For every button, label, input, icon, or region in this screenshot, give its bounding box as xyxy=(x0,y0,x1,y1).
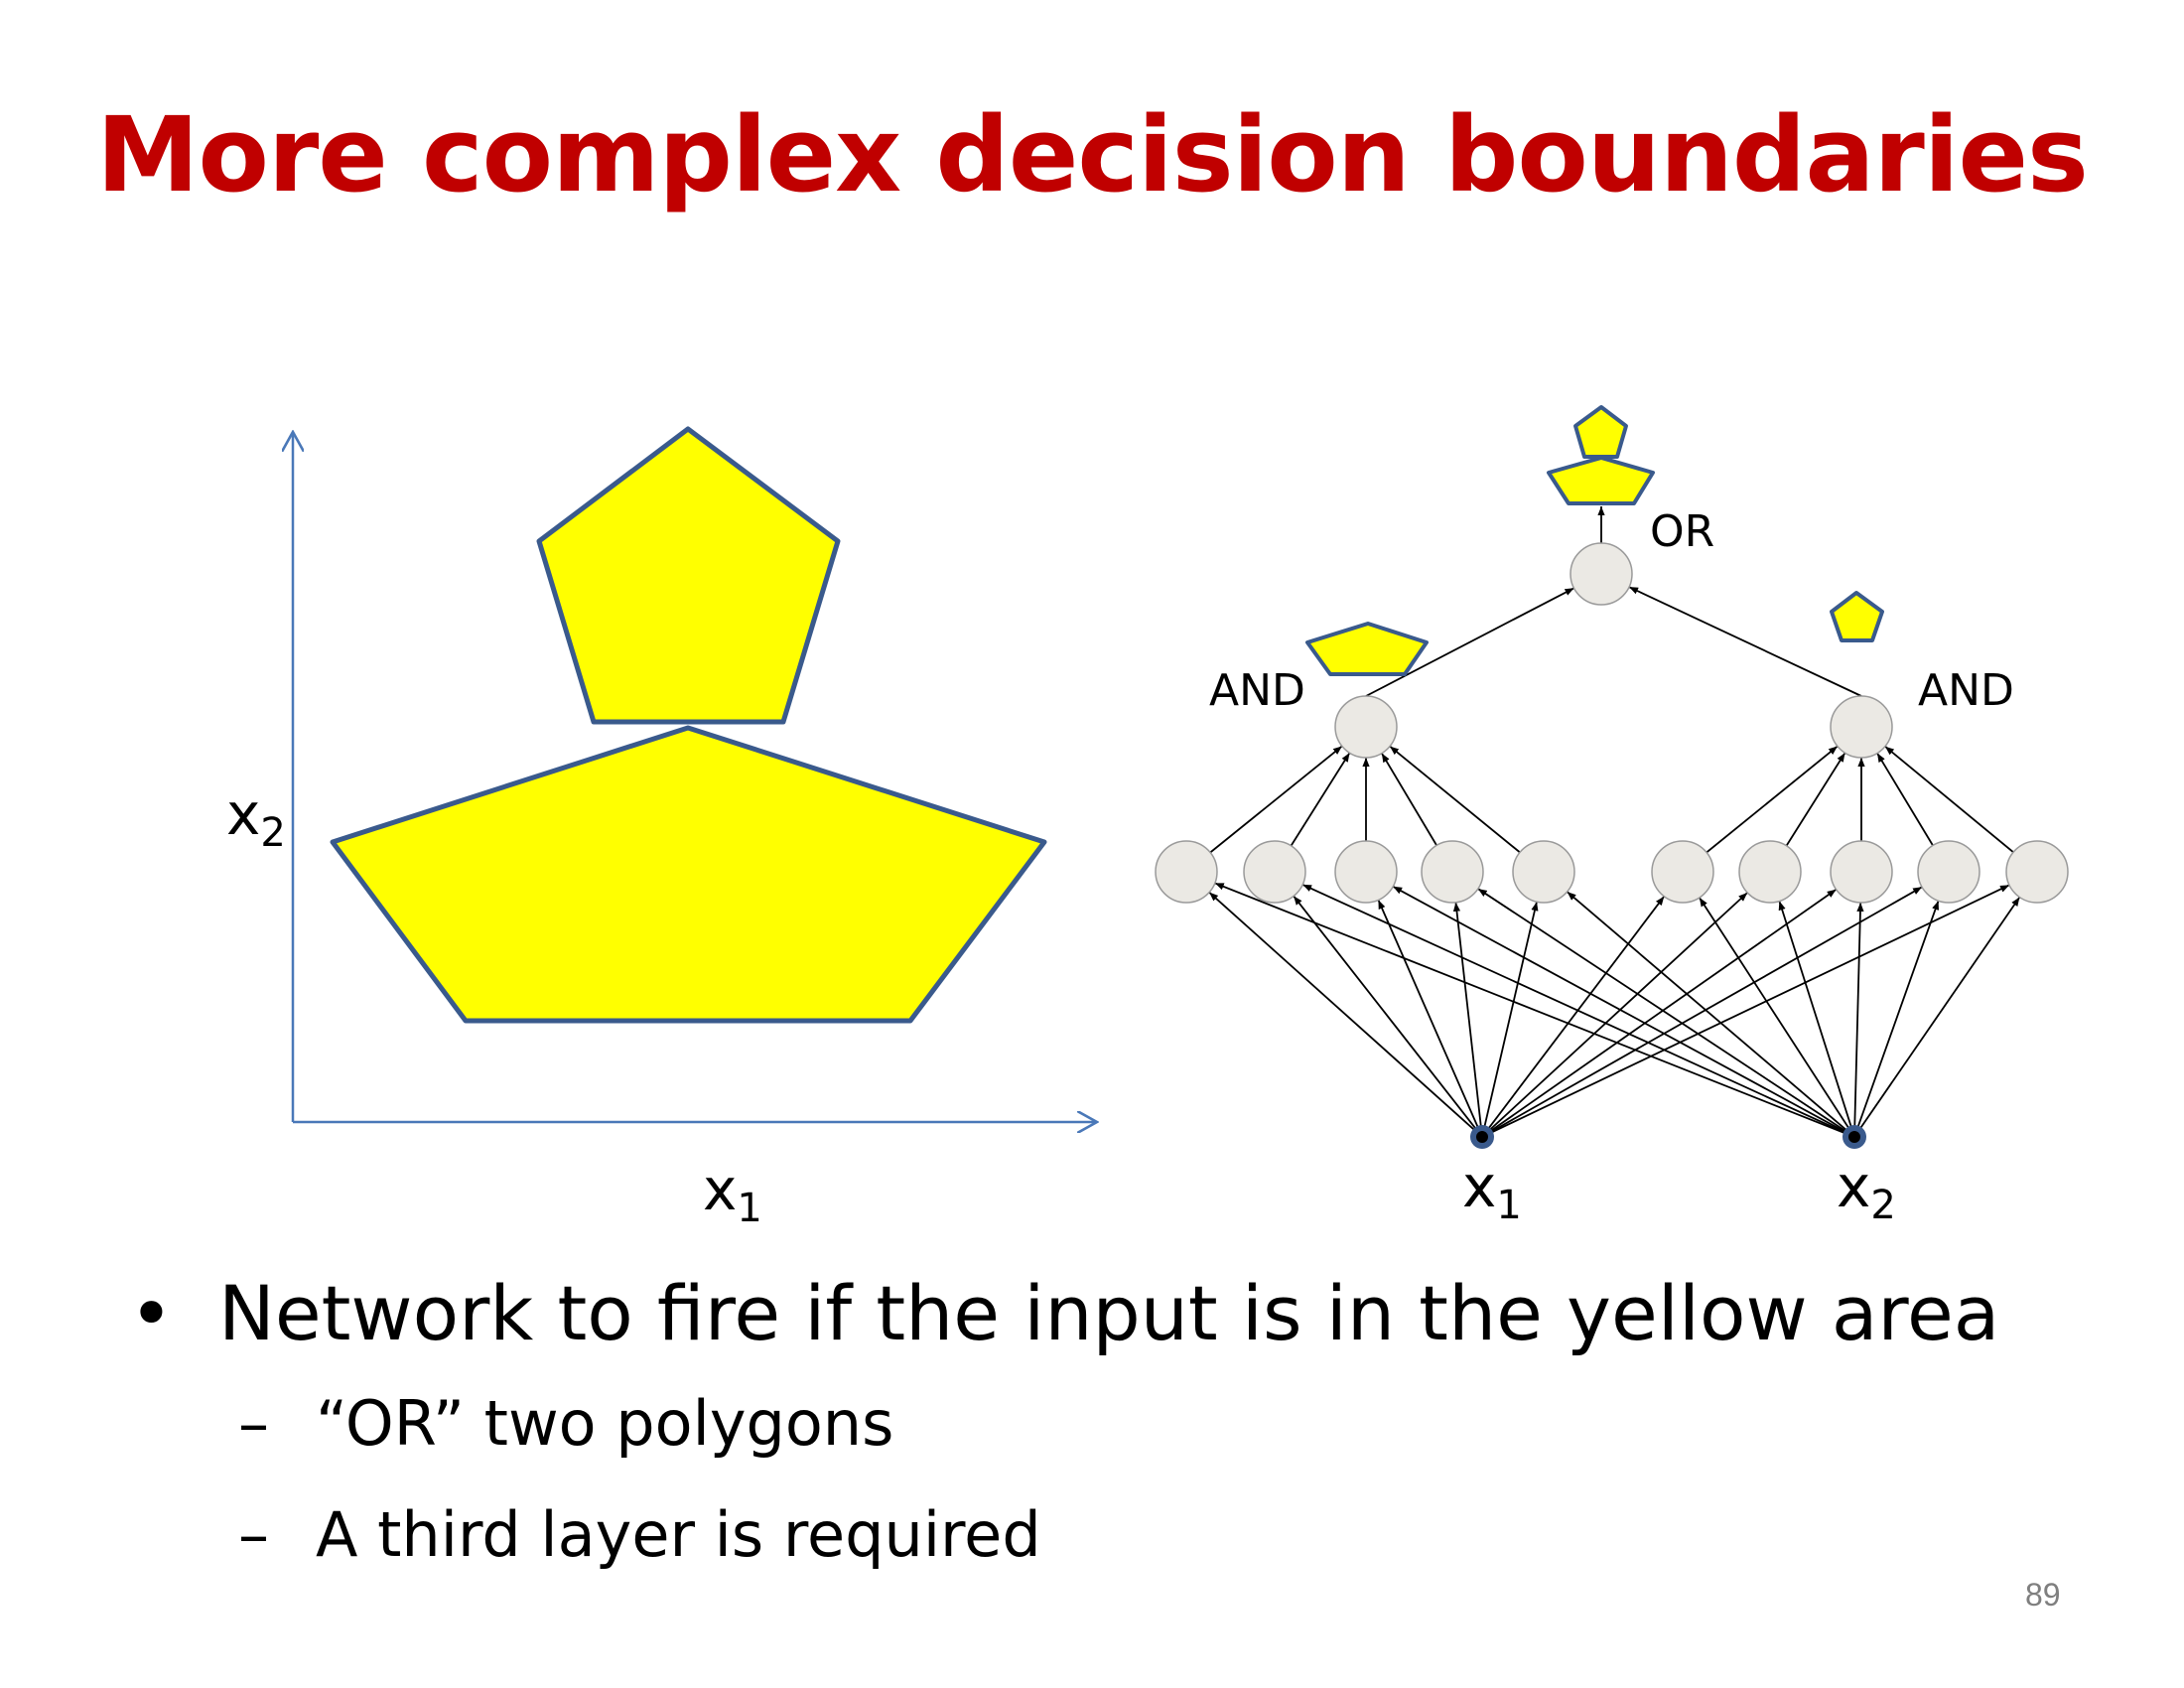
input2-edge xyxy=(1214,882,1855,1138)
input1-edge xyxy=(1208,892,1483,1138)
hidden-neuron xyxy=(1243,840,1306,904)
hidden-neuron xyxy=(1830,840,1893,904)
hidden-neuron xyxy=(2005,840,2069,904)
y-axis-label: x2 xyxy=(226,780,286,856)
input1-edge xyxy=(1481,892,1748,1138)
and-left-label: AND xyxy=(1209,665,1305,716)
hidden-neuron xyxy=(1512,840,1575,904)
input2-edge xyxy=(1853,902,1864,1138)
network-nodes xyxy=(1155,542,2069,1149)
network-diagram: OR AND AND x1 x2 xyxy=(1155,405,2069,1228)
hidden-neuron xyxy=(1421,840,1484,904)
input1-node xyxy=(1470,1125,1494,1149)
decision-plot: x2 x1 xyxy=(226,426,1097,1231)
input2-edge xyxy=(1853,900,1940,1138)
hidden-neuron xyxy=(1917,840,1980,904)
and-right-label: AND xyxy=(1918,665,2014,716)
or-label: OR xyxy=(1650,506,1714,557)
or-neuron xyxy=(1570,542,1633,606)
and-right-to-or-edge xyxy=(1628,586,1862,697)
sub-bullet-dash: – xyxy=(238,1498,269,1571)
bullet-sub-1: – “OR” two polygons xyxy=(238,1393,1999,1455)
bullet-sub-2-text: A third layer is required xyxy=(316,1498,1041,1571)
input1-label: x1 xyxy=(1462,1153,1522,1228)
upper-pentagon xyxy=(536,426,841,725)
input1-edge xyxy=(1377,900,1483,1138)
input2-edge xyxy=(1567,891,1855,1138)
hidden-neuron xyxy=(1155,840,1218,904)
and-left-neuron xyxy=(1334,695,1398,759)
bullet-marker: • xyxy=(129,1269,174,1357)
input2-label: x2 xyxy=(1837,1153,1896,1228)
hidden-neuron xyxy=(1334,840,1398,904)
bullet-main: • Network to fire if the input is in the… xyxy=(129,1276,1999,1351)
hidden-neuron xyxy=(1738,840,1802,904)
lower-pentagon xyxy=(330,725,1047,1024)
input1-edge xyxy=(1481,884,2010,1138)
x-axis-label: x1 xyxy=(703,1156,762,1231)
hidden-neuron xyxy=(1651,840,1714,904)
or-output-shape-icon xyxy=(1547,405,1655,505)
bullet-list: • Network to fire if the input is in the… xyxy=(129,1276,1999,1566)
and-left-shape-icon xyxy=(1305,622,1429,676)
page-number: 89 xyxy=(2025,1577,2061,1613)
input2-node xyxy=(1843,1125,1866,1149)
input2-edge xyxy=(1853,897,2021,1138)
sub-bullet-dash: – xyxy=(238,1387,269,1460)
bullet-sub-2: – A third layer is required xyxy=(238,1504,1999,1566)
input1-edge xyxy=(1293,895,1483,1138)
and-right-neuron xyxy=(1830,695,1893,759)
bullet-sub-1-text: “OR” two polygons xyxy=(316,1387,894,1460)
bullet-main-text: Network to fire if the input is in the y… xyxy=(218,1269,2000,1357)
and-right-shape-icon xyxy=(1830,591,1884,642)
input1-edge xyxy=(1452,902,1483,1138)
